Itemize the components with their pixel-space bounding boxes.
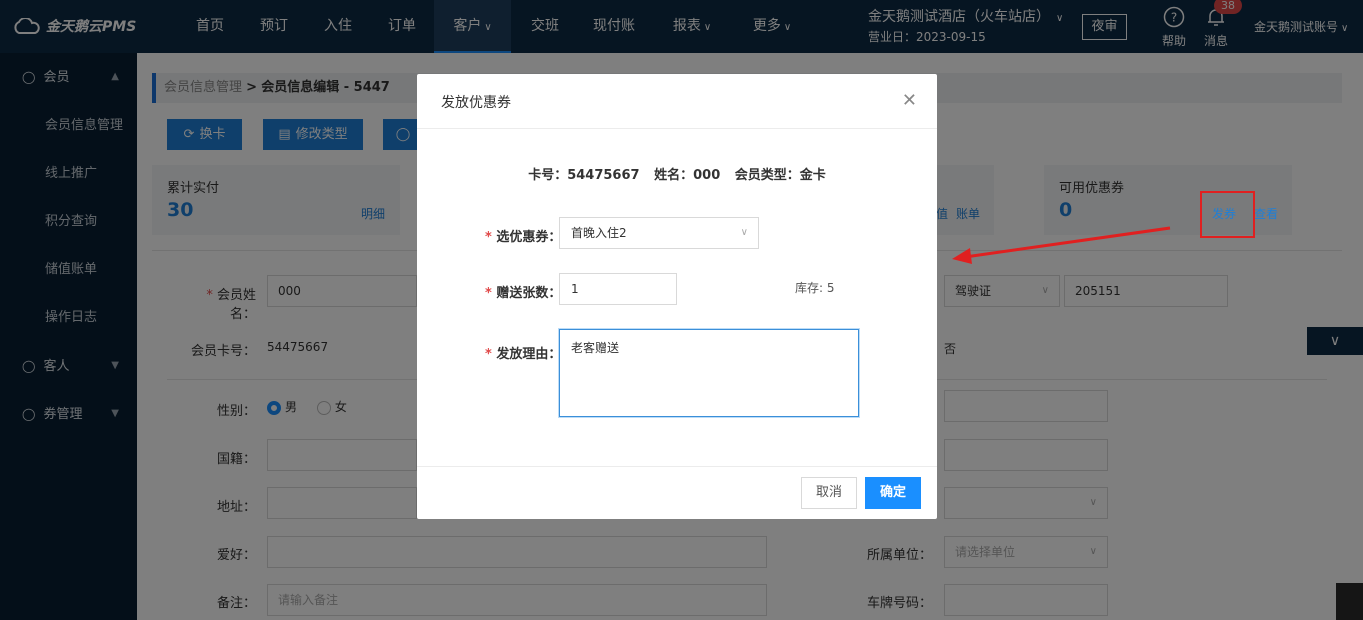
reason-label: * 发放理由： [485,343,561,362]
member-summary: 卡号：54475667 姓名：000 会员类型：金卡 [417,164,937,183]
summary-card-no: 卡号：54475667 [528,168,640,183]
required-mark: * [485,230,497,245]
coupon-select-label-text: 选优惠券： [496,230,562,245]
quantity-input[interactable]: 1 [559,273,677,305]
divider [417,128,937,129]
summary-name: 姓名：000 [654,168,721,183]
quantity-label-text: 赠送张数： [496,286,562,301]
issue-coupon-dialog: 发放优惠券 ✕ 卡号：54475667 姓名：000 会员类型：金卡 * 选优惠… [417,74,937,519]
cancel-button[interactable]: 取消 [801,477,857,509]
coupon-select-label: * 选优惠券： [485,226,561,245]
close-icon[interactable]: ✕ [902,90,917,111]
coupon-select-value: 首晚入住2 [571,226,627,240]
reason-textarea[interactable]: 老客赠送 [559,329,859,417]
required-mark: * [485,286,497,301]
summary-type: 会员类型：金卡 [734,168,826,183]
confirm-button[interactable]: 确定 [865,477,921,509]
reason-label-text: 发放理由： [496,347,562,362]
coupon-select[interactable]: 首晚入住2 ∨ [559,217,759,249]
quantity-label: * 赠送张数： [485,282,561,301]
chevron-down-icon: ∨ [740,227,748,238]
stock-text: 库存: 5 [795,281,835,295]
required-mark: * [485,347,497,362]
divider [417,466,937,467]
dialog-title: 发放优惠券 [441,95,511,111]
